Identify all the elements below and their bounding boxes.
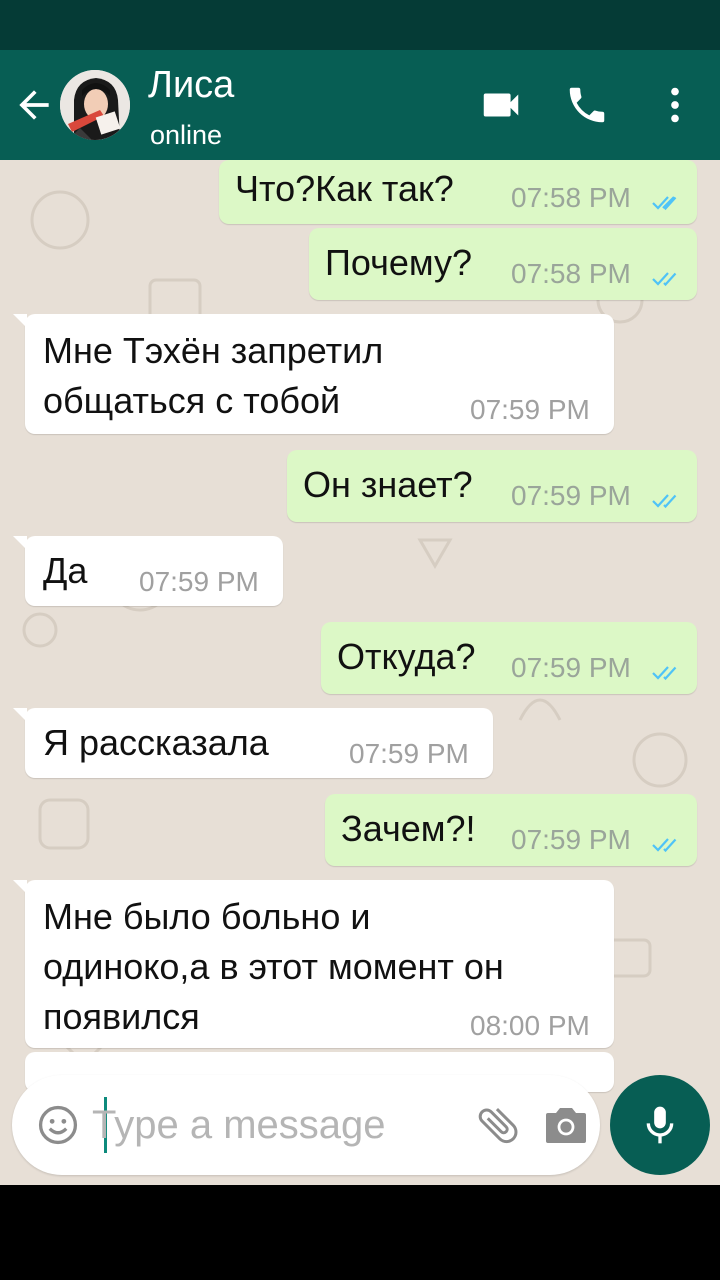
message-text: Что?Как так?	[235, 168, 454, 209]
message-time: 07:59 PM	[139, 566, 259, 597]
message-text: Мне было больно и одиноко,а в этот момен…	[43, 896, 504, 1037]
message-time: 08:00 PM	[470, 1010, 590, 1041]
emoji-icon	[38, 1105, 78, 1145]
bubble-tail	[13, 708, 27, 722]
contact-status: online	[150, 120, 223, 150]
message-text: Зачем?!	[341, 808, 476, 849]
more-vert-icon	[671, 87, 679, 123]
message-bubble-incoming[interactable]: Мне было больно и одиноко,а в этот момен…	[13, 880, 614, 1048]
message-text: Почему?	[325, 242, 473, 283]
read-receipt-icon	[652, 838, 677, 853]
message-text: Да	[43, 550, 88, 591]
message-text: Он знает?	[303, 464, 473, 505]
voice-call-button[interactable]	[564, 82, 610, 128]
message-time: 07:59 PM	[511, 480, 631, 511]
message-composer	[12, 1075, 600, 1175]
emoji-button[interactable]	[36, 1103, 80, 1147]
message-time: 07:58 PM	[511, 182, 631, 213]
message-time: 07:58 PM	[511, 258, 631, 289]
message-time: 07:59 PM	[511, 652, 631, 683]
camera-icon	[546, 1108, 586, 1143]
message-bubble-incoming[interactable]: Да 07:59 PM	[13, 536, 283, 606]
message-text: Я рассказала	[43, 722, 269, 763]
video-call-button[interactable]	[478, 82, 524, 128]
message-time: 07:59 PM	[470, 394, 590, 425]
phone-icon	[569, 87, 605, 123]
status-bar	[0, 0, 720, 50]
mic-icon	[646, 1106, 674, 1144]
message-bubble-incoming[interactable]: Я рассказала 07:59 PM	[13, 708, 493, 778]
message-bubble-outgoing[interactable]: Он знает? 07:59 PM	[287, 450, 697, 522]
message-text: Откуда?	[337, 636, 476, 677]
message-bubble-outgoing[interactable]: Откуда? 07:59 PM	[321, 622, 697, 694]
message-time: 07:59 PM	[349, 738, 469, 769]
voice-message-button[interactable]	[610, 1075, 710, 1175]
message-bubble-outgoing[interactable]: Зачем?! 07:59 PM	[325, 794, 697, 866]
message-bubble-incoming[interactable]: Мне Тэхён запретил общаться с тобой 07:5…	[13, 314, 614, 434]
bubble-tail	[13, 880, 27, 894]
avatar[interactable]	[60, 70, 130, 140]
chat-header: Лиса online	[0, 50, 720, 160]
read-receipt-icon	[652, 666, 677, 681]
video-call-icon	[483, 93, 519, 117]
read-receipt-icon	[652, 494, 677, 509]
back-arrow-icon	[19, 90, 49, 120]
message-text: Мне Тэхён запретил общаться с тобой	[43, 330, 384, 421]
message-bubble-outgoing[interactable]: Что?Как так? 07:58 PM	[219, 160, 697, 224]
message-time: 07:59 PM	[511, 824, 631, 855]
chat-messages-area[interactable]: Что?Как так? 07:58 PM Почему? 07:58 PM М…	[0, 160, 720, 1185]
attach-icon	[478, 1108, 518, 1144]
camera-button[interactable]	[542, 1103, 590, 1147]
read-receipt-icon	[652, 272, 677, 287]
back-button[interactable]	[12, 83, 56, 127]
contact-name[interactable]: Лиса	[148, 64, 234, 107]
more-options-button[interactable]	[652, 82, 698, 128]
message-bubble-outgoing[interactable]: Почему? 07:58 PM	[309, 228, 697, 300]
message-input[interactable]	[92, 1095, 452, 1155]
system-navigation-area	[0, 1185, 720, 1280]
read-receipt-icon	[652, 196, 677, 211]
bubble-tail	[13, 536, 27, 550]
attach-button[interactable]	[474, 1101, 522, 1149]
bubble-tail	[13, 314, 27, 328]
